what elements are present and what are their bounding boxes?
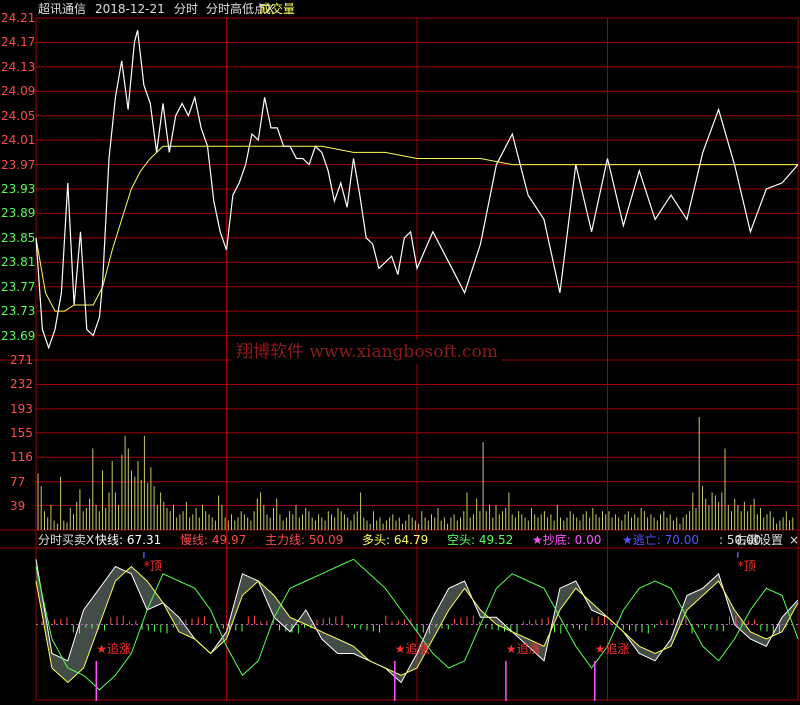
- volume-tick-label: 155: [10, 425, 33, 440]
- price-tick-label: 24.21: [1, 11, 36, 25]
- price-tick-label: 23.73: [1, 304, 36, 319]
- signal-label: ★追涨: [506, 641, 541, 656]
- indicator-value-0: 快线: 67.31: [95, 533, 162, 547]
- price-tick-label: 24.05: [1, 108, 36, 123]
- price-tick-label: 23.97: [1, 157, 36, 172]
- close-icon[interactable]: ×: [789, 532, 799, 548]
- volume-bars: [37, 417, 794, 530]
- signal-label: *顶: [144, 559, 162, 573]
- volume-tick-label: 116: [10, 450, 33, 465]
- signal-label: ★追涨: [595, 641, 630, 656]
- signal-label: *顶: [738, 559, 756, 573]
- price-tick-label: 23.81: [1, 255, 36, 270]
- price-tick-label: 24.17: [1, 35, 36, 50]
- price-tick-label: 23.69: [1, 328, 36, 343]
- volume-tick-label: 193: [10, 401, 33, 416]
- indicator-value-4: 空头: 49.52: [447, 533, 514, 547]
- signal-label: ★追涨: [96, 641, 131, 656]
- price-tick-label: 23.89: [1, 206, 36, 221]
- price-tick-label: 23.93: [1, 182, 36, 196]
- indicator-value-6: ★逃亡: 70.00: [622, 533, 699, 547]
- volume-tick-label: 271: [10, 353, 33, 367]
- price-tick-label: 24.09: [1, 84, 36, 99]
- volume-tick-label: 39: [10, 498, 26, 513]
- volume-tick-label: 232: [10, 377, 33, 392]
- date-label: 2018-12-21: [95, 2, 165, 16]
- settings-button[interactable]: 右键设置: [735, 532, 783, 548]
- indicator-value-5: ★抄底: 0.00: [532, 533, 602, 547]
- indicator-value-2: 主力线: 50.09: [265, 533, 344, 547]
- price-tick-label: 24.13: [1, 59, 36, 74]
- volume-tick-label: 77: [10, 474, 26, 489]
- stock-name: 超讯通信: [38, 2, 87, 16]
- chart-stage: *顶 ★追涨 ★追涨 ★追涨 ★追涨 *顶 超讯通信 2018-12-21 分时 分时高低…: [0, 0, 800, 701]
- price-tick-label: 23.85: [1, 230, 36, 245]
- watermark: 翔博软件 www.xiangbosoft.com: [232, 340, 502, 364]
- indicator-name[interactable]: 分时买卖X: [38, 532, 94, 548]
- mode-label: 分时: [174, 2, 199, 16]
- price-tick-label: 23.77: [1, 279, 36, 294]
- volume-label[interactable]: 成交量: [259, 0, 295, 18]
- indicator-value-3: 多头: 64.79: [362, 533, 429, 547]
- signal-label: ★追涨: [395, 641, 430, 656]
- price-tick-label: 24.01: [1, 133, 36, 148]
- indicator-signals: *顶 ★追涨 ★追涨 ★追涨 ★追涨 *顶: [95, 552, 756, 701]
- indicator-value-1: 慢线: 49.97: [180, 533, 247, 547]
